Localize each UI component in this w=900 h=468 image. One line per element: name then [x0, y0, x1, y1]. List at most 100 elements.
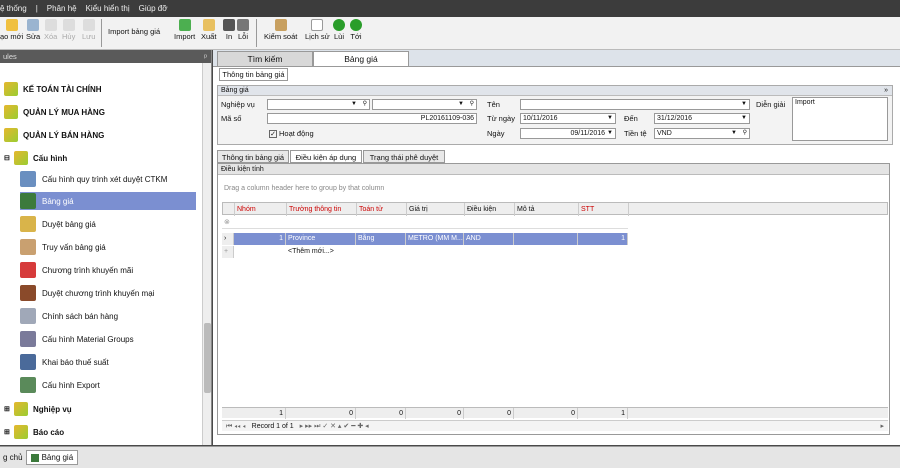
table-row[interactable]: › 1 Province Bằng METRO (MM M... AND 1 [222, 233, 628, 245]
code-field[interactable]: PL20161109-036 [267, 113, 477, 124]
edit-button[interactable]: Sửa [26, 19, 40, 41]
item-approval-config[interactable]: Cấu hình quy trình xét duyệt CTKM [20, 170, 167, 188]
tab-price-info[interactable]: Thông tin bảng giá [219, 68, 288, 81]
collapse-icon[interactable]: » [884, 86, 888, 96]
control-icon [274, 19, 287, 31]
history-button[interactable]: Lịch sử [305, 19, 330, 41]
folder-icon [4, 105, 18, 119]
left-scrollbar[interactable] [202, 63, 211, 445]
save-button[interactable]: Lưu [82, 19, 95, 41]
name-field[interactable]: ▼ [520, 99, 750, 110]
cancel-button[interactable]: Hủy [62, 19, 75, 41]
date-field[interactable]: 09/11/2016 ▼ [520, 128, 616, 139]
back-button[interactable]: Lùi [333, 19, 345, 41]
item-price-list[interactable]: Bảng giá [20, 192, 196, 210]
import-price-button[interactable]: Import bảng giá [108, 27, 160, 36]
node-config[interactable]: ⊟ Cấu hình [4, 149, 67, 167]
delete-button[interactable]: Xóa [44, 19, 57, 41]
forward-button[interactable]: Tới [350, 19, 362, 41]
scroll-thumb[interactable] [204, 323, 211, 393]
grid-footer: 1 0 0 0 0 0 1 [222, 407, 888, 419]
grid-header: Nhóm Trường thông tin Toán tử Giá trị Đi… [222, 202, 888, 216]
col-field[interactable]: Trường thông tin [287, 203, 357, 216]
export-button[interactable]: Xuất [201, 19, 216, 41]
workflow-icon [20, 171, 36, 187]
import-button[interactable]: Import [174, 19, 195, 41]
item-approve-price[interactable]: Duyệt bảng giá [20, 215, 96, 233]
filter-icon: ⊗ [224, 219, 230, 226]
col-value[interactable]: Giá trị [407, 203, 465, 216]
node-reports[interactable]: ⊞ Báo cáo [4, 423, 64, 441]
item-query-price[interactable]: Truy vấn bảng giá [20, 238, 106, 256]
search-icon: ⚲ [362, 101, 367, 107]
item-material-groups[interactable]: Cấu hình Material Groups [20, 330, 134, 348]
expand-icon: ⊞ [4, 429, 10, 436]
control-button[interactable]: Kiểm soát [264, 19, 297, 41]
label-to-date: Đến [624, 114, 638, 123]
scroll-right-icon[interactable]: ▸ [880, 421, 884, 432]
error-icon [237, 19, 249, 31]
error-button[interactable]: Lỗi [237, 19, 249, 41]
nav-first-icon[interactable]: ⏮ ◂◂ ◂ [226, 423, 246, 430]
item-tax[interactable]: Khai báo thuế suất [20, 353, 109, 371]
item-promotion[interactable]: Chương trình khuyến mãi [20, 261, 133, 279]
label-from-date: Từ ngày [487, 114, 515, 123]
group-purchasing[interactable]: QUẢN LÝ MUA HÀNG [4, 103, 105, 121]
tab-search[interactable]: Tìm kiếm [217, 51, 313, 66]
query-icon [20, 239, 36, 255]
bottom-tabs: g chủ Bảng giá [0, 446, 900, 468]
to-date-field[interactable]: 31/12/2016 ▼ [654, 113, 750, 124]
item-sales-policy[interactable]: Chính sách bán hàng [20, 307, 118, 325]
new-button[interactable]: ạo mới [0, 19, 23, 41]
group-sales[interactable]: QUẢN LÝ BÁN HÀNG [4, 126, 104, 144]
price-list-icon [30, 453, 39, 462]
from-date-field[interactable]: 10/11/2016 ▼ [520, 113, 616, 124]
col-description[interactable]: Mô tả [515, 203, 579, 216]
subtab-info[interactable]: Thông tin bảng giá [217, 150, 289, 163]
approve-icon [20, 216, 36, 232]
col-group[interactable]: Nhóm [235, 203, 287, 216]
menu-module[interactable]: Phân hệ [47, 4, 77, 13]
filter-row[interactable]: ⊗ [222, 217, 628, 229]
new-row[interactable]: + <Thêm mới...> [222, 246, 628, 258]
save-icon [82, 19, 95, 31]
forward-icon [350, 19, 362, 31]
search-icon: ⚲ [742, 130, 747, 136]
toolbar: ạo mới Sửa Xóa Hủy Lưu Import bảng giá I… [0, 17, 900, 50]
menu-bar: ệ thống | Phân hệ Kiểu hiển thị Giúp đỡ [0, 0, 900, 17]
description-field[interactable]: Import [792, 97, 888, 141]
menu-system[interactable]: ệ thống [0, 4, 27, 13]
label-description: Diễn giải [756, 100, 786, 109]
node-operations[interactable]: ⊞ Nghiệp vụ [4, 400, 72, 418]
edit-icon [27, 19, 40, 31]
item-approve-promotion[interactable]: Duyệt chương trình khuyến mại [20, 284, 154, 302]
col-order[interactable]: STT [579, 203, 629, 216]
search-icon: ⚲ [469, 101, 474, 107]
subtab-approval[interactable]: Trạng thái phê duyệt [363, 150, 445, 163]
subtab-conditions[interactable]: Điều kiện áp dụng [290, 150, 362, 163]
tab-price[interactable]: Bảng giá [313, 51, 409, 66]
currency-field[interactable]: VND ▼ ⚲ [654, 128, 750, 139]
tab-bottom-price[interactable]: Bảng giá [25, 450, 79, 465]
print-button[interactable]: In [223, 19, 235, 41]
group-accounting[interactable]: KẾ TOÁN TÀI CHÍNH [4, 80, 102, 98]
folder-icon [4, 128, 18, 142]
col-condition[interactable]: Điều kiện [465, 203, 515, 216]
delete-icon [44, 19, 57, 31]
modules-header: ules ᵖ [0, 50, 211, 63]
price-list-icon [20, 193, 36, 209]
operation-select-2[interactable]: ▼ ⚲ [372, 99, 477, 110]
active-checkbox[interactable]: ✓ Hoạt động [269, 129, 314, 139]
tab-home[interactable]: g chủ [0, 451, 26, 464]
nav-next-icon[interactable]: ▸ ▸▸ ⏭ ✓ ✕ ▴ ✔ ━ ✚ ◂ [300, 423, 369, 430]
tools-icon [20, 354, 36, 370]
pin-icon[interactable]: ᵖ [204, 50, 207, 63]
folder-icon [14, 425, 28, 439]
col-operator[interactable]: Toán tử [357, 203, 407, 216]
operation-select-1[interactable]: ▼ ⚲ [267, 99, 370, 110]
row-indicator-icon: › [222, 233, 234, 245]
menu-view[interactable]: Kiểu hiển thị [86, 4, 130, 13]
item-export-config[interactable]: Cấu hình Export [20, 376, 100, 394]
label-date: Ngày [487, 129, 505, 138]
menu-help[interactable]: Giúp đỡ [139, 4, 168, 13]
